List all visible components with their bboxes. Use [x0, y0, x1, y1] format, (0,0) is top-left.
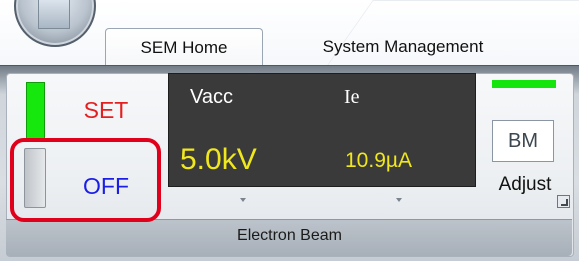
beam-on-indicator [26, 82, 45, 142]
vacc-value: 5.0kV [180, 143, 257, 176]
ribbon-tab-bar: SEM Home System Management [0, 20, 579, 66]
ie-label: Ie [344, 86, 360, 108]
vacc-dropdown-chevron-down-icon[interactable] [240, 198, 246, 202]
ie-value: 10.9µA [345, 149, 412, 172]
group-label-electron-beam: Electron Beam [237, 227, 342, 244]
ie-dropdown-chevron-down-icon[interactable] [396, 198, 402, 202]
bm-status-indicator [492, 80, 556, 88]
bm-button[interactable]: BM [492, 120, 554, 162]
tab-system-management[interactable]: System Management [278, 28, 528, 65]
adjust-label[interactable]: Adjust [480, 174, 570, 196]
dialog-launcher-icon[interactable] [557, 195, 570, 208]
tab-sem-home[interactable]: SEM Home [105, 28, 263, 66]
set-button[interactable]: SET [66, 90, 146, 130]
vacc-label: Vacc [190, 86, 233, 108]
off-highlight-box [10, 138, 161, 222]
